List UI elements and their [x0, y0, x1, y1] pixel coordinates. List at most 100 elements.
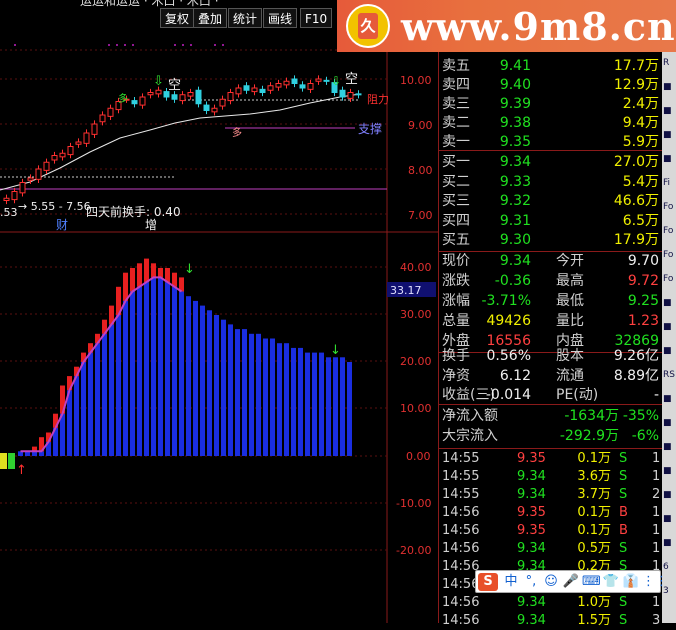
strip-tool-icon[interactable]: Fo	[663, 200, 675, 214]
resistance-label: 阻力	[367, 93, 389, 106]
ime-punctuation-icon[interactable]: °,	[522, 573, 540, 591]
strip-tool-icon[interactable]: ■	[663, 320, 675, 334]
histogram-bar	[158, 277, 163, 456]
fundamental-key-2: 流通	[556, 367, 584, 384]
candle-body	[307, 83, 314, 90]
ask-row[interactable]: 卖五 9.41 17.7万	[439, 56, 663, 76]
tick-side: B	[619, 505, 628, 520]
candle-body	[155, 89, 162, 95]
histogram-bar	[284, 343, 289, 456]
price-axis-10: 10.00	[400, 74, 432, 87]
ime-logo-icon[interactable]: S	[478, 573, 498, 591]
tick-row[interactable]: 14:55 9.35 0.1万 S 1	[439, 450, 663, 468]
tick-row[interactable]: 14:56 9.35 0.1万 B 1	[439, 522, 663, 540]
bid-row[interactable]: 买三 9.32 46.6万	[439, 191, 663, 211]
draw-line-button[interactable]: 画线	[263, 8, 298, 28]
tick-time: 14:56	[442, 505, 480, 520]
candle-body	[283, 80, 290, 86]
ask-row[interactable]: 卖三 9.39 2.4万	[439, 94, 663, 114]
stat-row: 总量 49426 量比 1.23	[439, 311, 663, 331]
stat-value: -3.71%	[481, 293, 531, 309]
histogram-red-bar	[137, 263, 142, 287]
candle-body	[107, 107, 114, 117]
tick-row[interactable]: 14:55 9.34 3.6万 S 1	[439, 468, 663, 486]
ime-clothes-icon[interactable]: 👔	[622, 573, 640, 591]
tick-time: 14:56	[442, 595, 480, 610]
ask-label: 卖四	[442, 77, 470, 93]
histogram-red-bar	[158, 268, 163, 278]
tick-count: 3	[652, 613, 661, 628]
fundamental-key: 换手	[442, 348, 470, 364]
lower-axis-0: 0.00	[406, 450, 431, 463]
strip-tool-icon[interactable]: ■	[663, 440, 675, 454]
statistics-button[interactable]: 统计	[228, 8, 263, 28]
tick-price: 9.34	[517, 469, 546, 484]
ime-chinese-mode[interactable]: 中	[502, 573, 520, 591]
strip-tool-icon[interactable]: R	[663, 56, 675, 70]
ime-menu-icon[interactable]: ⋮⋮	[642, 573, 668, 591]
fundamental-value-2: 8.89亿	[613, 367, 659, 384]
strip-tool-icon[interactable]: ■	[663, 104, 675, 118]
strip-tool-icon[interactable]: ■	[663, 344, 675, 358]
strip-tool-icon[interactable]: ■	[663, 392, 675, 406]
strip-tool-icon[interactable]: Fi	[663, 176, 675, 190]
chart-area[interactable]: 空 空 → 5.55 - 7.56 .53 四天前换手: 0.40 支撑 财 增…	[0, 30, 438, 623]
tick-row[interactable]: 14:56 9.35 0.1万 B 1	[439, 504, 663, 522]
ask-row[interactable]: 卖四 9.40 12.9万	[439, 75, 663, 95]
tick-price: 9.35	[517, 505, 546, 520]
ask-row[interactable]: 卖二 9.38 9.4万	[439, 113, 663, 133]
strip-tool-icon[interactable]: RS	[663, 368, 675, 382]
strip-tool-icon[interactable]: 6	[663, 560, 675, 574]
f10-button[interactable]: F10	[300, 8, 333, 28]
strip-tool-icon[interactable]: ■	[663, 152, 675, 166]
histogram-bar	[256, 333, 261, 456]
ime-emoji-icon[interactable]: ☺	[542, 573, 560, 591]
strip-tool-icon[interactable]: ■	[663, 128, 675, 142]
bid-price: 9.34	[499, 154, 531, 170]
bid-row[interactable]: 买五 9.30 17.9万	[439, 230, 663, 250]
overlay-button[interactable]: 叠加	[193, 8, 228, 28]
tick-row[interactable]: 14:56 9.34 1.5万 S 3	[439, 612, 663, 630]
ask-label: 卖三	[442, 96, 470, 112]
histogram-bar	[221, 319, 226, 456]
candle-body	[323, 79, 330, 82]
bid-row[interactable]: 买一 9.34 27.0万	[439, 152, 663, 172]
histogram-bar	[123, 300, 128, 456]
histogram-bar	[305, 352, 310, 456]
tick-side: S	[619, 451, 628, 466]
fundamental-row: 换手 0.56% 股本 9.26亿	[439, 346, 663, 366]
lower-up-arrow: ↑	[16, 463, 27, 478]
bid-row[interactable]: 买四 9.31 6.5万	[439, 211, 663, 231]
strip-tool-icon[interactable]: ■	[663, 80, 675, 94]
tick-row[interactable]: 14:56 9.34 1.0万 S 1	[439, 594, 663, 612]
tick-time: 14:55	[442, 451, 480, 466]
ime-skin-icon[interactable]: 👕	[602, 573, 620, 591]
strip-tool-icon[interactable]: ■	[663, 416, 675, 430]
price-axis-7: 7.00	[408, 209, 433, 222]
tick-row[interactable]: 14:56 9.34 0.5万 S 1	[439, 540, 663, 558]
restore-rights-button[interactable]: 复权	[160, 8, 195, 28]
strip-tool-icon[interactable]: Fo	[663, 224, 675, 238]
ime-mic-icon[interactable]: 🎤	[562, 573, 580, 591]
strip-tool-icon[interactable]: ■	[663, 512, 675, 526]
strip-tool-icon[interactable]: Fo	[663, 248, 675, 262]
ask-row[interactable]: 卖一 9.35 5.9万	[439, 132, 663, 152]
strip-tool-icon[interactable]: ■	[663, 536, 675, 550]
strip-tool-icon[interactable]: ■	[663, 296, 675, 310]
tick-count: 2	[652, 487, 661, 502]
histogram-bar	[102, 333, 107, 456]
ime-keyboard-icon[interactable]: ⌨	[582, 573, 601, 591]
lower-axis-20: 20.00	[400, 355, 432, 368]
bid-row[interactable]: 买二 9.33 5.4万	[439, 172, 663, 192]
ime-toolbar[interactable]: S 中 °, ☺ 🎤 ⌨ 👕 👔 ⋮⋮	[475, 570, 668, 593]
candle-body	[187, 92, 194, 97]
candle-body	[315, 78, 322, 82]
tick-row[interactable]: 14:55 9.34 3.7万 S 2	[439, 486, 663, 504]
histogram-bar	[249, 333, 254, 456]
strip-tool-icon[interactable]: ■	[663, 464, 675, 478]
tick-price: 9.34	[517, 613, 546, 628]
candle-body	[43, 161, 50, 171]
strip-tool-icon[interactable]: Fo	[663, 272, 675, 286]
strip-tool-icon[interactable]: ■	[663, 488, 675, 502]
histogram-bar	[228, 324, 233, 456]
